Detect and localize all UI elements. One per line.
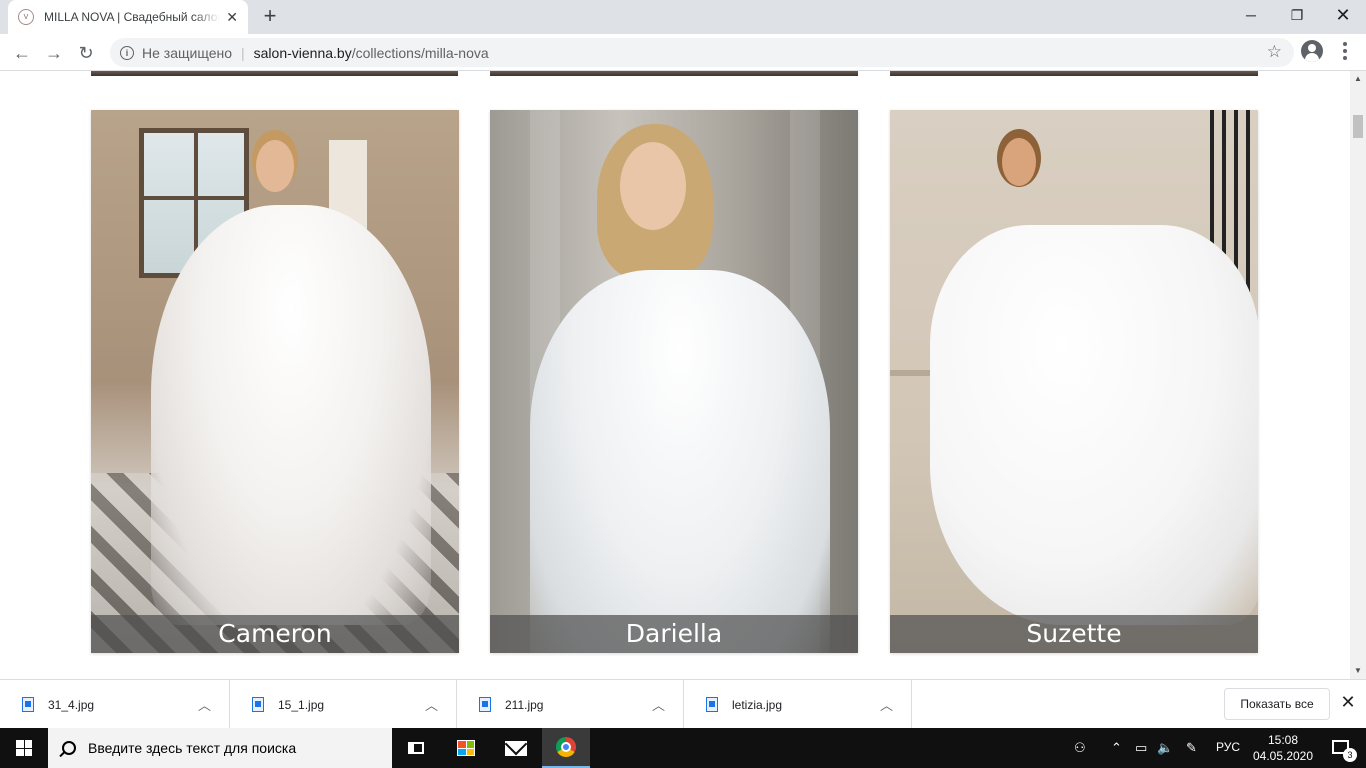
browser-tab[interactable]: V MILLA NOVA | Свадебный салон ✕ [8,0,248,34]
chevron-up-icon[interactable]: ︿ [652,695,665,714]
task-view-icon [408,742,424,754]
dress-figure [151,205,431,625]
dress-card-cameron[interactable]: Cameron [91,110,459,653]
chrome-icon [556,737,576,757]
download-filename: 31_4.jpg [48,697,95,712]
previous-card-edge [91,71,458,76]
show-hidden-icons-chevron-icon[interactable]: ⌃ [1111,740,1122,756]
dress-figure [930,225,1258,625]
download-filename: 15_1.jpg [278,697,325,712]
previous-card-edge [490,71,858,76]
close-downloads-icon[interactable]: ✕ [1338,692,1358,716]
mail-button[interactable] [492,728,540,768]
dress-name-caption: Suzette [890,615,1258,653]
download-item[interactable]: 31_4.jpg ︿ [0,680,230,729]
forward-arrow-icon[interactable]: → [41,40,67,66]
volume-icon[interactable]: 🔈 [1157,740,1173,756]
bookmark-star-icon[interactable]: ☆ [1267,42,1282,62]
separator: | [241,44,245,61]
address-bar[interactable]: i Не защищено | salon-vienna.by/collecti… [110,38,1294,67]
scroll-thumb[interactable] [1353,115,1363,138]
image-file-icon [479,697,491,712]
action-center-button[interactable]: 3 [1320,728,1360,768]
search-placeholder: Введите здесь текст для поиска [88,740,297,756]
dress-photo [91,110,459,653]
image-file-icon [22,697,34,712]
close-window-button[interactable]: ✕ [1320,0,1366,30]
store-icon [457,740,475,756]
download-filename: 211.jpg [505,697,544,712]
tab-close-icon[interactable]: ✕ [226,9,238,26]
model-head [256,140,294,192]
pen-icon[interactable]: ✎ [1186,740,1197,756]
model-head [620,142,686,230]
url-host: salon-vienna.by [253,44,352,61]
tab-bar: V MILLA NOVA | Свадебный салон ✕ + ─ ❐ ✕ [0,0,1366,34]
image-file-icon [252,697,264,712]
chevron-up-icon[interactable]: ︿ [198,695,211,714]
notification-count-badge: 3 [1343,748,1357,762]
mail-icon [505,740,527,756]
download-item[interactable]: 15_1.jpg ︿ [230,680,457,729]
task-view-button[interactable] [392,728,440,768]
security-label: Не защищено [142,44,232,61]
battery-icon[interactable]: ▭ [1135,740,1147,756]
download-item[interactable]: letizia.jpg ︿ [684,680,912,729]
browser-menu-icon[interactable] [1335,41,1355,61]
site-favicon-icon: V [18,9,34,25]
image-file-icon [706,697,718,712]
downloads-shelf: 31_4.jpg ︿ 15_1.jpg ︿ 211.jpg ︿ letizia.… [0,679,1366,729]
url-path: /collections/milla-nova [351,44,489,61]
browser-toolbar: ← → ↻ i Не защищено | salon-vienna.by/co… [0,34,1366,71]
scroll-down-arrow-icon[interactable]: ▼ [1350,663,1366,679]
store-button[interactable] [442,728,490,768]
system-clock[interactable]: 15:08 04.05.2020 [1250,732,1316,764]
show-all-downloads-button[interactable]: Показать все [1224,688,1330,720]
input-language-indicator[interactable]: РУС [1216,740,1240,754]
people-icon[interactable]: ⚇ [1074,740,1086,756]
taskbar-search-input[interactable]: Введите здесь текст для поиска [48,728,392,768]
model-head [1002,138,1036,186]
maximize-button[interactable]: ❐ [1274,0,1320,30]
dress-photo [490,110,858,653]
dress-name-caption: Cameron [91,615,459,653]
chrome-taskbar-button[interactable] [542,728,590,768]
back-arrow-icon[interactable]: ← [9,40,35,66]
new-tab-button[interactable]: + [258,5,282,29]
download-item[interactable]: 211.jpg ︿ [457,680,684,729]
page-scrollbar[interactable]: ▲ ▼ [1350,71,1366,679]
windows-taskbar: Введите здесь текст для поиска ⚇ ⌃ ▭ 🔈 ✎… [0,728,1366,768]
chevron-up-icon[interactable]: ︿ [425,695,438,714]
scroll-up-arrow-icon[interactable]: ▲ [1350,71,1366,87]
clock-date: 04.05.2020 [1252,749,1314,763]
info-icon[interactable]: i [120,45,134,60]
profile-avatar-icon[interactable] [1301,40,1323,62]
clock-time: 15:08 [1267,733,1299,747]
dress-figure [530,270,830,653]
minimize-button[interactable]: ─ [1228,0,1274,30]
dress-card-suzette[interactable]: Suzette [890,110,1258,653]
page-viewport: Cameron Dariella Suzette [0,71,1350,679]
dress-card-dariella[interactable]: Dariella [490,110,858,653]
dress-name-caption: Dariella [490,615,858,653]
search-icon [62,741,76,755]
chevron-up-icon[interactable]: ︿ [880,695,893,714]
windows-logo-icon [16,740,32,756]
tab-title: MILLA NOVA | Свадебный салон [44,10,221,24]
start-button[interactable] [0,728,48,768]
previous-card-edge [890,71,1258,76]
download-filename: letizia.jpg [732,697,783,712]
dress-photo [890,110,1258,653]
reload-icon[interactable]: ↻ [73,40,99,66]
